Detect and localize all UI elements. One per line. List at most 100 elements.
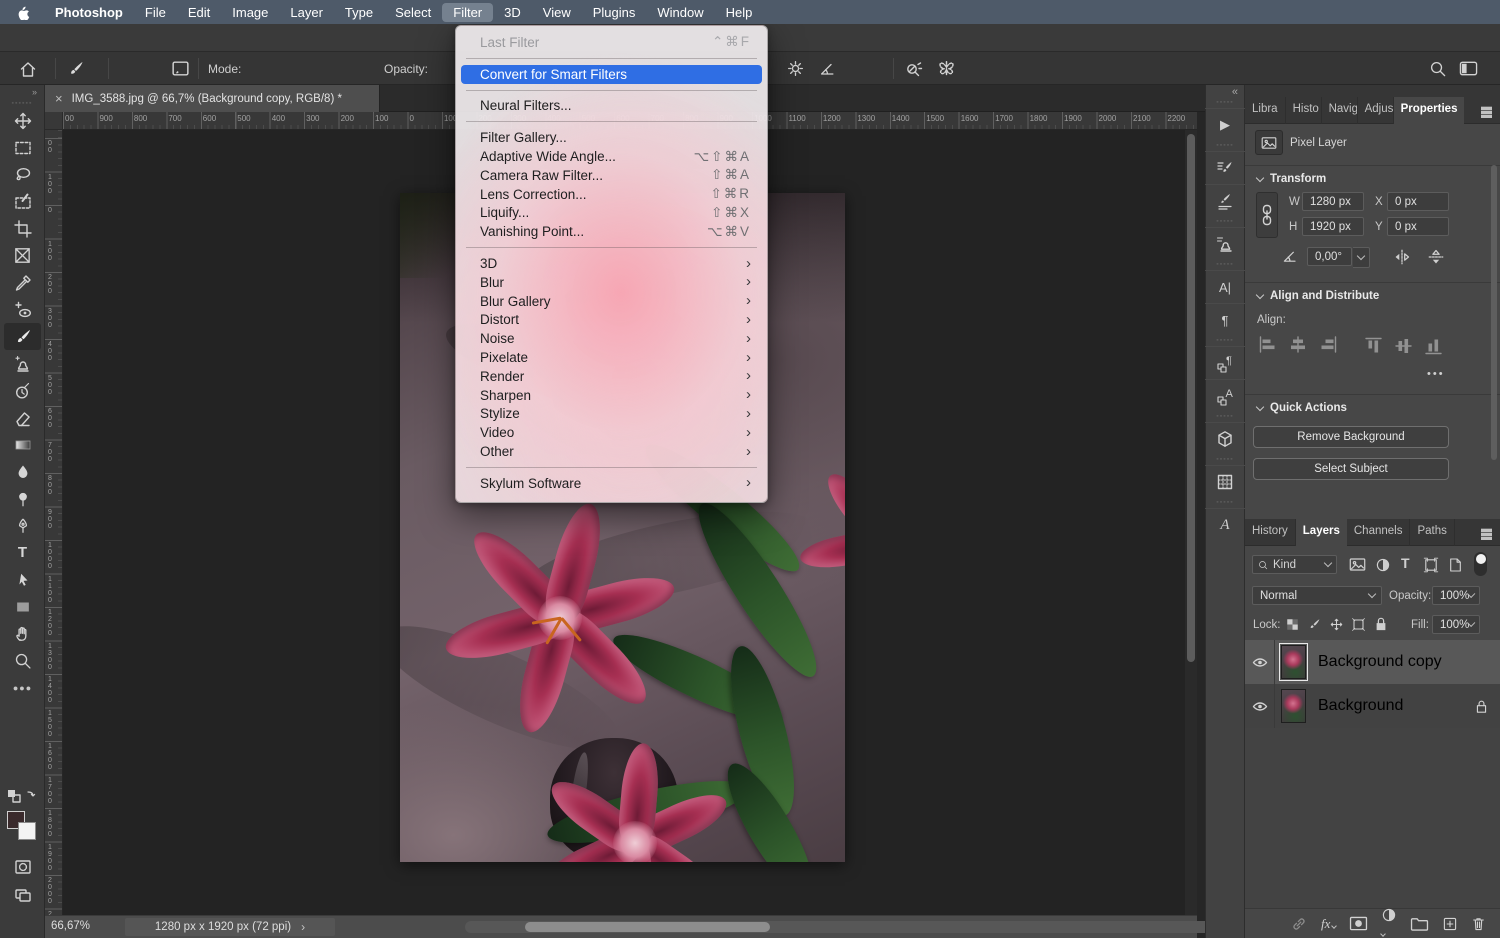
tool-rectangle[interactable] <box>0 593 45 620</box>
tool-clone-stamp[interactable] <box>0 350 45 377</box>
x-field[interactable]: 0 px <box>1387 192 1449 211</box>
tab-channels[interactable]: Channels <box>1347 519 1411 546</box>
flip-vertical-icon[interactable] <box>1427 248 1445 266</box>
link-layers-icon[interactable] <box>1290 916 1308 932</box>
filter-smart-objects-icon[interactable] <box>1448 557 1463 573</box>
search-icon[interactable] <box>1428 52 1447 85</box>
background-color-swatch[interactable] <box>18 822 36 840</box>
panel-icon-paragraph-styles[interactable]: ¶ <box>1205 346 1245 379</box>
filter-menu-item-3d[interactable]: 3D› <box>456 254 767 273</box>
brush-settings-gear-icon[interactable] <box>786 52 805 85</box>
filter-shape-layers-icon[interactable] <box>1423 557 1439 573</box>
panel-icon-character-styles[interactable]: A <box>1205 379 1245 412</box>
lock-artboard-icon[interactable] <box>1351 617 1366 632</box>
layer-filtering-toggle[interactable] <box>1474 552 1487 576</box>
delete-layer-trash-icon[interactable] <box>1471 916 1486 932</box>
width-field[interactable]: 1280 px <box>1302 192 1364 211</box>
panel-icon-glyphs[interactable]: A <box>1205 508 1245 541</box>
visibility-eye-icon[interactable] <box>1245 684 1275 728</box>
document-size-status[interactable]: 1280 px x 1920 px (72 ppi) › <box>125 918 335 936</box>
menubar-item-window[interactable]: Window <box>646 3 714 22</box>
rotate-angle-field[interactable]: 0,00° <box>1307 247 1352 266</box>
new-group-folder-icon[interactable] <box>1410 916 1429 931</box>
toolbar-grip[interactable]: ▪▪▪▪▪▪ <box>0 99 44 107</box>
tool-gradient[interactable] <box>0 431 45 458</box>
filter-menu-item-render[interactable]: Render› <box>456 367 767 386</box>
filter-menu-item-blur-gallery[interactable]: Blur Gallery› <box>456 292 767 311</box>
properties-scrollbar-thumb[interactable] <box>1491 165 1497 460</box>
layer-thumbnail[interactable] <box>1281 645 1306 679</box>
ruler-origin-corner[interactable] <box>45 112 63 130</box>
new-adjustment-layer-icon[interactable] <box>1381 907 1397 938</box>
tool-object-selection[interactable] <box>0 188 45 215</box>
tab-history[interactable]: History <box>1245 519 1296 546</box>
canvas-vertical-scrollbar[interactable] <box>1185 130 1197 915</box>
dock-grip[interactable]: ▪▪▪▪▪ <box>1216 141 1233 151</box>
status-chevron-icon[interactable]: › <box>301 920 305 934</box>
filter-menu-item-vanishing-point[interactable]: Vanishing Point...⌥⌘V <box>456 222 767 241</box>
apple-menu-icon[interactable] <box>16 4 30 20</box>
align-center-horizontal-icon[interactable] <box>1288 336 1308 353</box>
align-center-vertical-icon[interactable] <box>1395 336 1412 356</box>
menubar-item-image[interactable]: Image <box>221 3 279 22</box>
filter-menu-item-stylize[interactable]: Stylize› <box>456 405 767 424</box>
ruler-vertical[interactable]: 0 01 0 001 0 02 0 03 0 04 0 05 0 06 0 07… <box>45 130 63 915</box>
filter-menu-item-camera-raw-filter[interactable]: Camera Raw Filter...⇧⌘A <box>456 166 767 185</box>
paint-symmetry-butterfly-icon[interactable] <box>936 52 957 85</box>
filter-menu-item-filter-gallery[interactable]: Filter Gallery... <box>456 128 767 147</box>
tab-paths[interactable]: Paths <box>1410 519 1454 546</box>
brush-settings-panel-icon[interactable] <box>170 52 191 85</box>
filter-type-layers-icon[interactable]: T <box>1401 555 1410 571</box>
tab-libraries[interactable]: Libra <box>1245 97 1286 124</box>
panel-icon-character[interactable]: A| <box>1205 270 1245 303</box>
height-field[interactable]: 1920 px <box>1302 217 1364 236</box>
tool-brush[interactable] <box>4 323 41 350</box>
panel-menu-icon[interactable]: ▬▬▬ <box>1481 105 1492 117</box>
panel-icon-paragraph[interactable]: ¶ <box>1205 303 1245 336</box>
lock-all-icon[interactable] <box>1374 616 1388 632</box>
layer-row-background[interactable]: Background <box>1245 684 1500 728</box>
lock-position-icon[interactable] <box>1329 617 1344 632</box>
tool-pen[interactable] <box>0 512 45 539</box>
transform-section-header[interactable]: Transform <box>1257 173 1326 185</box>
filter-menu-item-blur[interactable]: Blur› <box>456 273 767 292</box>
brush-tool-preset-icon[interactable] <box>66 52 86 85</box>
align-right-icon[interactable] <box>1318 336 1338 353</box>
document-tab[interactable]: × IMG_3588.jpg @ 66,7% (Background copy,… <box>45 85 380 112</box>
swap-colors-icon[interactable] <box>4 788 40 806</box>
angle-dropdown-chevron-icon[interactable] <box>1353 247 1370 268</box>
edit-toolbar-ellipsis-icon[interactable]: ●●● <box>0 674 45 701</box>
menubar-item-filter[interactable]: Filter <box>442 3 493 22</box>
align-left-icon[interactable] <box>1258 336 1278 353</box>
dock-grip[interactable]: ▪▪▪▪▪ <box>1216 98 1233 108</box>
zoom-level-field[interactable]: 66,67% <box>51 920 90 932</box>
filter-pixel-layers-icon[interactable] <box>1349 557 1366 572</box>
flip-horizontal-icon[interactable] <box>1393 248 1411 266</box>
tab-properties[interactable]: Properties <box>1394 97 1465 124</box>
layer-row-background-copy[interactable]: Background copy <box>1245 640 1500 684</box>
menubar-item-file[interactable]: File <box>134 3 177 22</box>
align-bottom-icon[interactable] <box>1425 336 1442 356</box>
menubar-item-photoshop[interactable]: Photoshop <box>44 3 134 22</box>
panel-icon-brushes[interactable] <box>1205 184 1245 217</box>
lock-transparent-pixels-icon[interactable] <box>1285 617 1300 632</box>
close-tab-icon[interactable]: × <box>55 91 63 106</box>
tool-crop[interactable] <box>0 215 45 242</box>
workspace-switcher-icon[interactable] <box>1458 52 1479 85</box>
tab-adjustments[interactable]: Adjus <box>1358 97 1394 124</box>
panel-menu-icon[interactable]: ▬▬▬ <box>1481 527 1492 539</box>
layer-fill-field[interactable]: 100% <box>1432 615 1480 634</box>
canvas-horizontal-scrollbar[interactable] <box>465 921 1225 933</box>
dock-grip[interactable]: ▪▪▪▪▪ <box>1216 412 1233 422</box>
tool-type[interactable]: T <box>0 539 45 566</box>
remove-background-button[interactable]: Remove Background <box>1253 426 1449 448</box>
filter-menu-item-neural-filters[interactable]: Neural Filters... <box>456 97 767 116</box>
filter-menu-item-distort[interactable]: Distort› <box>456 311 767 330</box>
filter-menu-item-skylum-software[interactable]: Skylum Software› <box>456 474 767 493</box>
layer-name[interactable]: Background <box>1318 697 1403 715</box>
tool-history-brush[interactable] <box>0 377 45 404</box>
filter-menu-item-noise[interactable]: Noise› <box>456 329 767 348</box>
align-top-icon[interactable] <box>1365 336 1382 356</box>
add-layer-mask-icon[interactable] <box>1349 916 1368 931</box>
tool-rectangular-marquee[interactable] <box>0 134 45 161</box>
